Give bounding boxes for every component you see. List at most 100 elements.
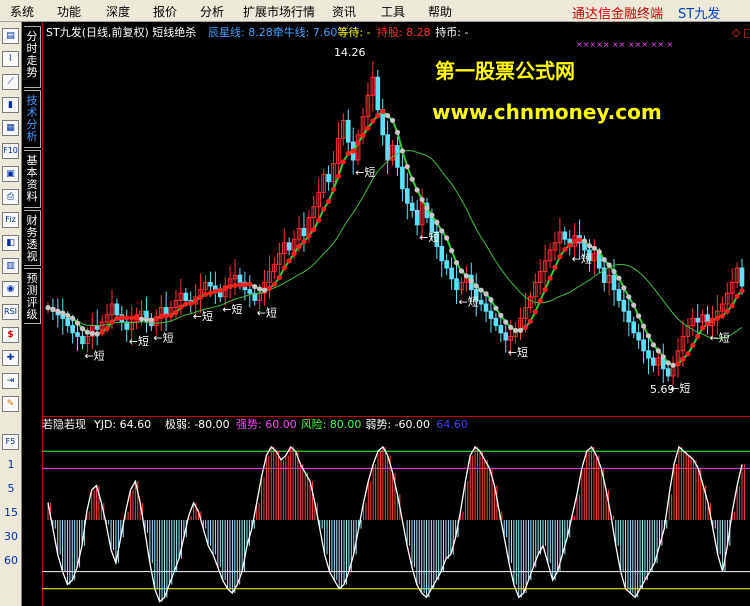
- kline-icon[interactable]: ▮: [2, 97, 19, 113]
- report-icon[interactable]: ▤: [2, 28, 19, 44]
- period-button-60[interactable]: 60: [0, 554, 22, 567]
- f10-icon[interactable]: F10: [2, 143, 19, 159]
- signal-dot: [133, 315, 140, 321]
- menu-5[interactable]: 扩展市场行情: [243, 3, 315, 20]
- table-icon[interactable]: ▥: [2, 258, 19, 274]
- signal-dot: [444, 235, 450, 241]
- candle-body: [488, 310, 494, 319]
- signal-dot: [453, 260, 460, 266]
- signal-dot: [596, 249, 602, 255]
- side-tab-0[interactable]: 分时走势: [24, 26, 41, 88]
- candle-body: [498, 325, 504, 334]
- fund-icon[interactable]: ◧: [2, 235, 19, 251]
- line-chart-icon[interactable]: ⟋: [2, 74, 19, 90]
- signal-dot: [458, 268, 465, 274]
- signal-dot: [330, 186, 337, 192]
- signal-dot: [321, 206, 327, 212]
- candle-body: [208, 281, 213, 287]
- short-signal-label: ←短: [459, 295, 479, 309]
- signal-dot: [350, 148, 356, 154]
- signal-dot: [217, 287, 223, 293]
- news-icon[interactable]: ▣: [2, 166, 19, 182]
- signal-dot: [252, 284, 258, 290]
- signal-dot: [227, 284, 233, 290]
- chart-area[interactable]: ST九发(日线,前复权) 短线绝杀 辰星线: 8.28 牵牛线: 7.60 等待: …: [42, 22, 750, 606]
- grid-icon[interactable]: ▦: [2, 120, 19, 136]
- period-button-5[interactable]: 5: [0, 482, 22, 495]
- candle-body: [621, 299, 627, 312]
- candle-body: [65, 317, 70, 327]
- period-button-15[interactable]: 15: [0, 506, 22, 519]
- signal-dot: [296, 243, 302, 249]
- pen-icon[interactable]: ✎: [2, 396, 19, 412]
- signal-dot: [547, 275, 553, 281]
- monitor-icon[interactable]: ◉: [2, 281, 19, 297]
- menu-8[interactable]: 帮助: [428, 3, 452, 20]
- signal-dot: [576, 237, 583, 243]
- signal-dot: [675, 361, 681, 367]
- cross-icon[interactable]: ✚: [2, 350, 19, 366]
- f5-icon[interactable]: F5: [2, 434, 19, 450]
- signal-dot: [729, 303, 735, 309]
- signal-dot: [394, 129, 401, 135]
- candle-body: [631, 321, 637, 334]
- signal-dot: [202, 291, 209, 297]
- signal-dot: [316, 217, 322, 223]
- signal-dot: [586, 243, 593, 249]
- signal-dot: [626, 294, 632, 300]
- rsi-icon[interactable]: RSI: [2, 304, 19, 320]
- signal-dot: [463, 273, 469, 279]
- menu-1[interactable]: 功能: [57, 3, 81, 20]
- menu-6[interactable]: 资讯: [332, 3, 356, 20]
- left-toolbar: ▤ ⌇ ⟋ ▮ ▦ F10 ▣ ⎙ Fiz ◧ ▥ ◉ RSI $ ✚ ⇥ ✎ F5 1 5 15 30 60: [0, 22, 22, 606]
- signal-dot: [690, 342, 696, 348]
- brand-title: 通达信金融终端: [572, 7, 664, 22]
- candle-body: [503, 332, 509, 341]
- candle-body: [562, 231, 568, 240]
- menu-3[interactable]: 报价: [153, 3, 177, 20]
- signal-dot: [193, 297, 199, 303]
- signal-dot: [714, 315, 720, 321]
- sub-indicator-values: YJD: 64.60 极弱: -80.00 强势: 60.00 风险: 80.00 弱势…: [93, 417, 468, 431]
- signal-dot: [74, 320, 81, 326]
- candle-body: [739, 267, 745, 287]
- menu-4[interactable]: 分析: [200, 3, 224, 20]
- short-signal-label: ←短: [153, 331, 173, 345]
- signal-dot: [183, 301, 189, 307]
- signal-dot: [483, 291, 489, 297]
- export-icon[interactable]: ⇥: [2, 373, 19, 389]
- candle-body: [395, 145, 400, 168]
- short-signal-label: ←短: [419, 230, 439, 244]
- candle-body: [454, 278, 459, 291]
- signal-dot: [389, 117, 396, 123]
- signal-dot: [611, 269, 617, 275]
- side-tab-2[interactable]: 基本资料: [24, 150, 41, 208]
- period-button-30[interactable]: 30: [0, 530, 22, 543]
- candle-body: [665, 368, 671, 377]
- candle-body: [582, 242, 587, 251]
- side-tab-1[interactable]: 技术分析: [24, 90, 41, 148]
- signal-dot: [153, 315, 159, 321]
- menu-7[interactable]: 工具: [381, 3, 405, 20]
- fiz-icon[interactable]: Fiz: [2, 212, 19, 228]
- ticker-name[interactable]: ST九发: [678, 3, 720, 22]
- candle-body: [483, 303, 489, 312]
- tick-icon[interactable]: ⌇: [2, 51, 19, 67]
- period-button-1[interactable]: 1: [0, 458, 22, 471]
- menu-2[interactable]: 深度: [106, 3, 130, 20]
- signal-dot: [488, 297, 494, 303]
- candle-body: [414, 209, 420, 226]
- signal-dot: [60, 310, 66, 316]
- money-icon[interactable]: $: [2, 327, 19, 343]
- signal-dot: [532, 309, 538, 315]
- signal-dot: [65, 312, 71, 319]
- candle-body: [80, 335, 85, 345]
- candle-body: [183, 292, 189, 301]
- left-side-tabs: 分时走势技术分析基本资料财务透视预测评级: [22, 22, 42, 324]
- side-tab-4[interactable]: 预测评级: [24, 268, 41, 324]
- short-signal-label: ←短: [257, 305, 277, 319]
- print-icon[interactable]: ⎙: [2, 189, 19, 205]
- menu-0[interactable]: 系统: [10, 3, 34, 20]
- signal-dot: [439, 228, 445, 234]
- side-tab-3[interactable]: 财务透视: [24, 210, 41, 266]
